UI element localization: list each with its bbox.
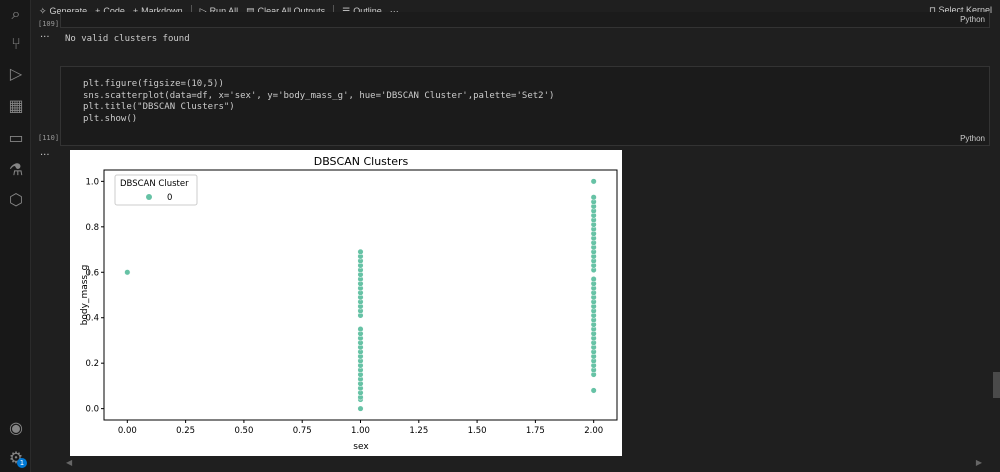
scatter-chart: DBSCAN Clusters sex body_mass_g 0.00 0.25… bbox=[80, 155, 618, 452]
y-tick-label: 0.6 bbox=[85, 268, 99, 278]
scatter-point bbox=[357, 326, 364, 333]
execution-count: [109] bbox=[38, 20, 60, 28]
y-tick-label: 0.4 bbox=[85, 314, 99, 324]
x-tick-label: 2.00 bbox=[584, 426, 603, 436]
packages-icon[interactable]: ⬡ bbox=[6, 190, 26, 210]
code-editor[interactable]: plt.figure(figsize=(10,5)) sns.scatterplo… bbox=[83, 79, 554, 125]
settings-icon[interactable]: ⚙ 1 bbox=[6, 448, 27, 468]
chart-title: DBSCAN Clusters bbox=[314, 155, 409, 168]
x-tick-label: 0.75 bbox=[293, 426, 312, 436]
source-control-icon[interactable]: ⑂ bbox=[6, 34, 26, 54]
y-tick-label: 0.2 bbox=[85, 359, 99, 369]
activity-bar: ⌕ ⑂ ▷ ▦ ▭ ⚗ ⬡ ◉ ⚙ 1 bbox=[0, 0, 31, 472]
x-tick-label: 0.50 bbox=[234, 426, 253, 436]
code-cell-110[interactable]: plt.figure(figsize=(10,5)) sns.scatterplo… bbox=[60, 66, 990, 146]
scroll-left-icon[interactable]: ◀ bbox=[66, 458, 72, 467]
scatter-point bbox=[590, 194, 597, 201]
legend-title: DBSCAN Cluster bbox=[120, 179, 189, 189]
x-axis-label: sex bbox=[353, 442, 369, 452]
vertical-scrollbar-thumb[interactable] bbox=[993, 372, 1000, 398]
x-tick-label: 0.25 bbox=[176, 426, 195, 436]
execution-count: [110] bbox=[38, 134, 60, 142]
y-tick-label: 0.8 bbox=[85, 223, 99, 233]
x-tick-label: 1.25 bbox=[409, 426, 428, 436]
search-icon[interactable]: ⌕ bbox=[6, 4, 26, 24]
sparkle-icon: ✧ bbox=[39, 5, 47, 16]
scatter-plot-output: DBSCAN Clusters sex body_mass_g 0.00 0.25… bbox=[70, 150, 622, 456]
legend: DBSCAN Cluster 0 bbox=[114, 174, 198, 206]
x-tick-label: 0.00 bbox=[118, 426, 137, 436]
account-icon[interactable]: ◉ bbox=[6, 418, 26, 438]
code-cell-109[interactable]: Python bbox=[60, 12, 990, 28]
scroll-right-icon[interactable]: ▶ bbox=[976, 458, 982, 467]
settings-badge: 1 bbox=[17, 458, 27, 468]
legend-entry: 0 bbox=[167, 193, 172, 203]
x-tick-label: 1.75 bbox=[526, 426, 545, 436]
scatter-point bbox=[590, 387, 597, 394]
extensions-icon[interactable]: ▦ bbox=[6, 96, 26, 116]
output-menu-button[interactable]: ··· bbox=[40, 150, 50, 161]
y-tick-label: 0.0 bbox=[85, 405, 99, 415]
scatter-point bbox=[124, 269, 131, 276]
scatter-point bbox=[357, 405, 364, 412]
scatter-point bbox=[590, 178, 597, 185]
scatter-point bbox=[590, 276, 597, 283]
run-debug-icon[interactable]: ▷ bbox=[6, 64, 26, 84]
scatter-point bbox=[357, 248, 364, 255]
y-tick-label: 1.0 bbox=[85, 177, 99, 187]
remote-explorer-icon[interactable]: ▭ bbox=[6, 128, 26, 148]
x-tick-label: 1.50 bbox=[468, 426, 487, 436]
testing-icon[interactable]: ⚗ bbox=[6, 160, 26, 180]
horizontal-scrollbar[interactable]: ◀ ▶ bbox=[64, 458, 984, 468]
cell-output-text: No valid clusters found bbox=[65, 34, 190, 44]
x-tick-label: 1.00 bbox=[351, 426, 370, 436]
legend-marker bbox=[146, 194, 152, 200]
output-menu-button[interactable]: ··· bbox=[40, 32, 50, 43]
